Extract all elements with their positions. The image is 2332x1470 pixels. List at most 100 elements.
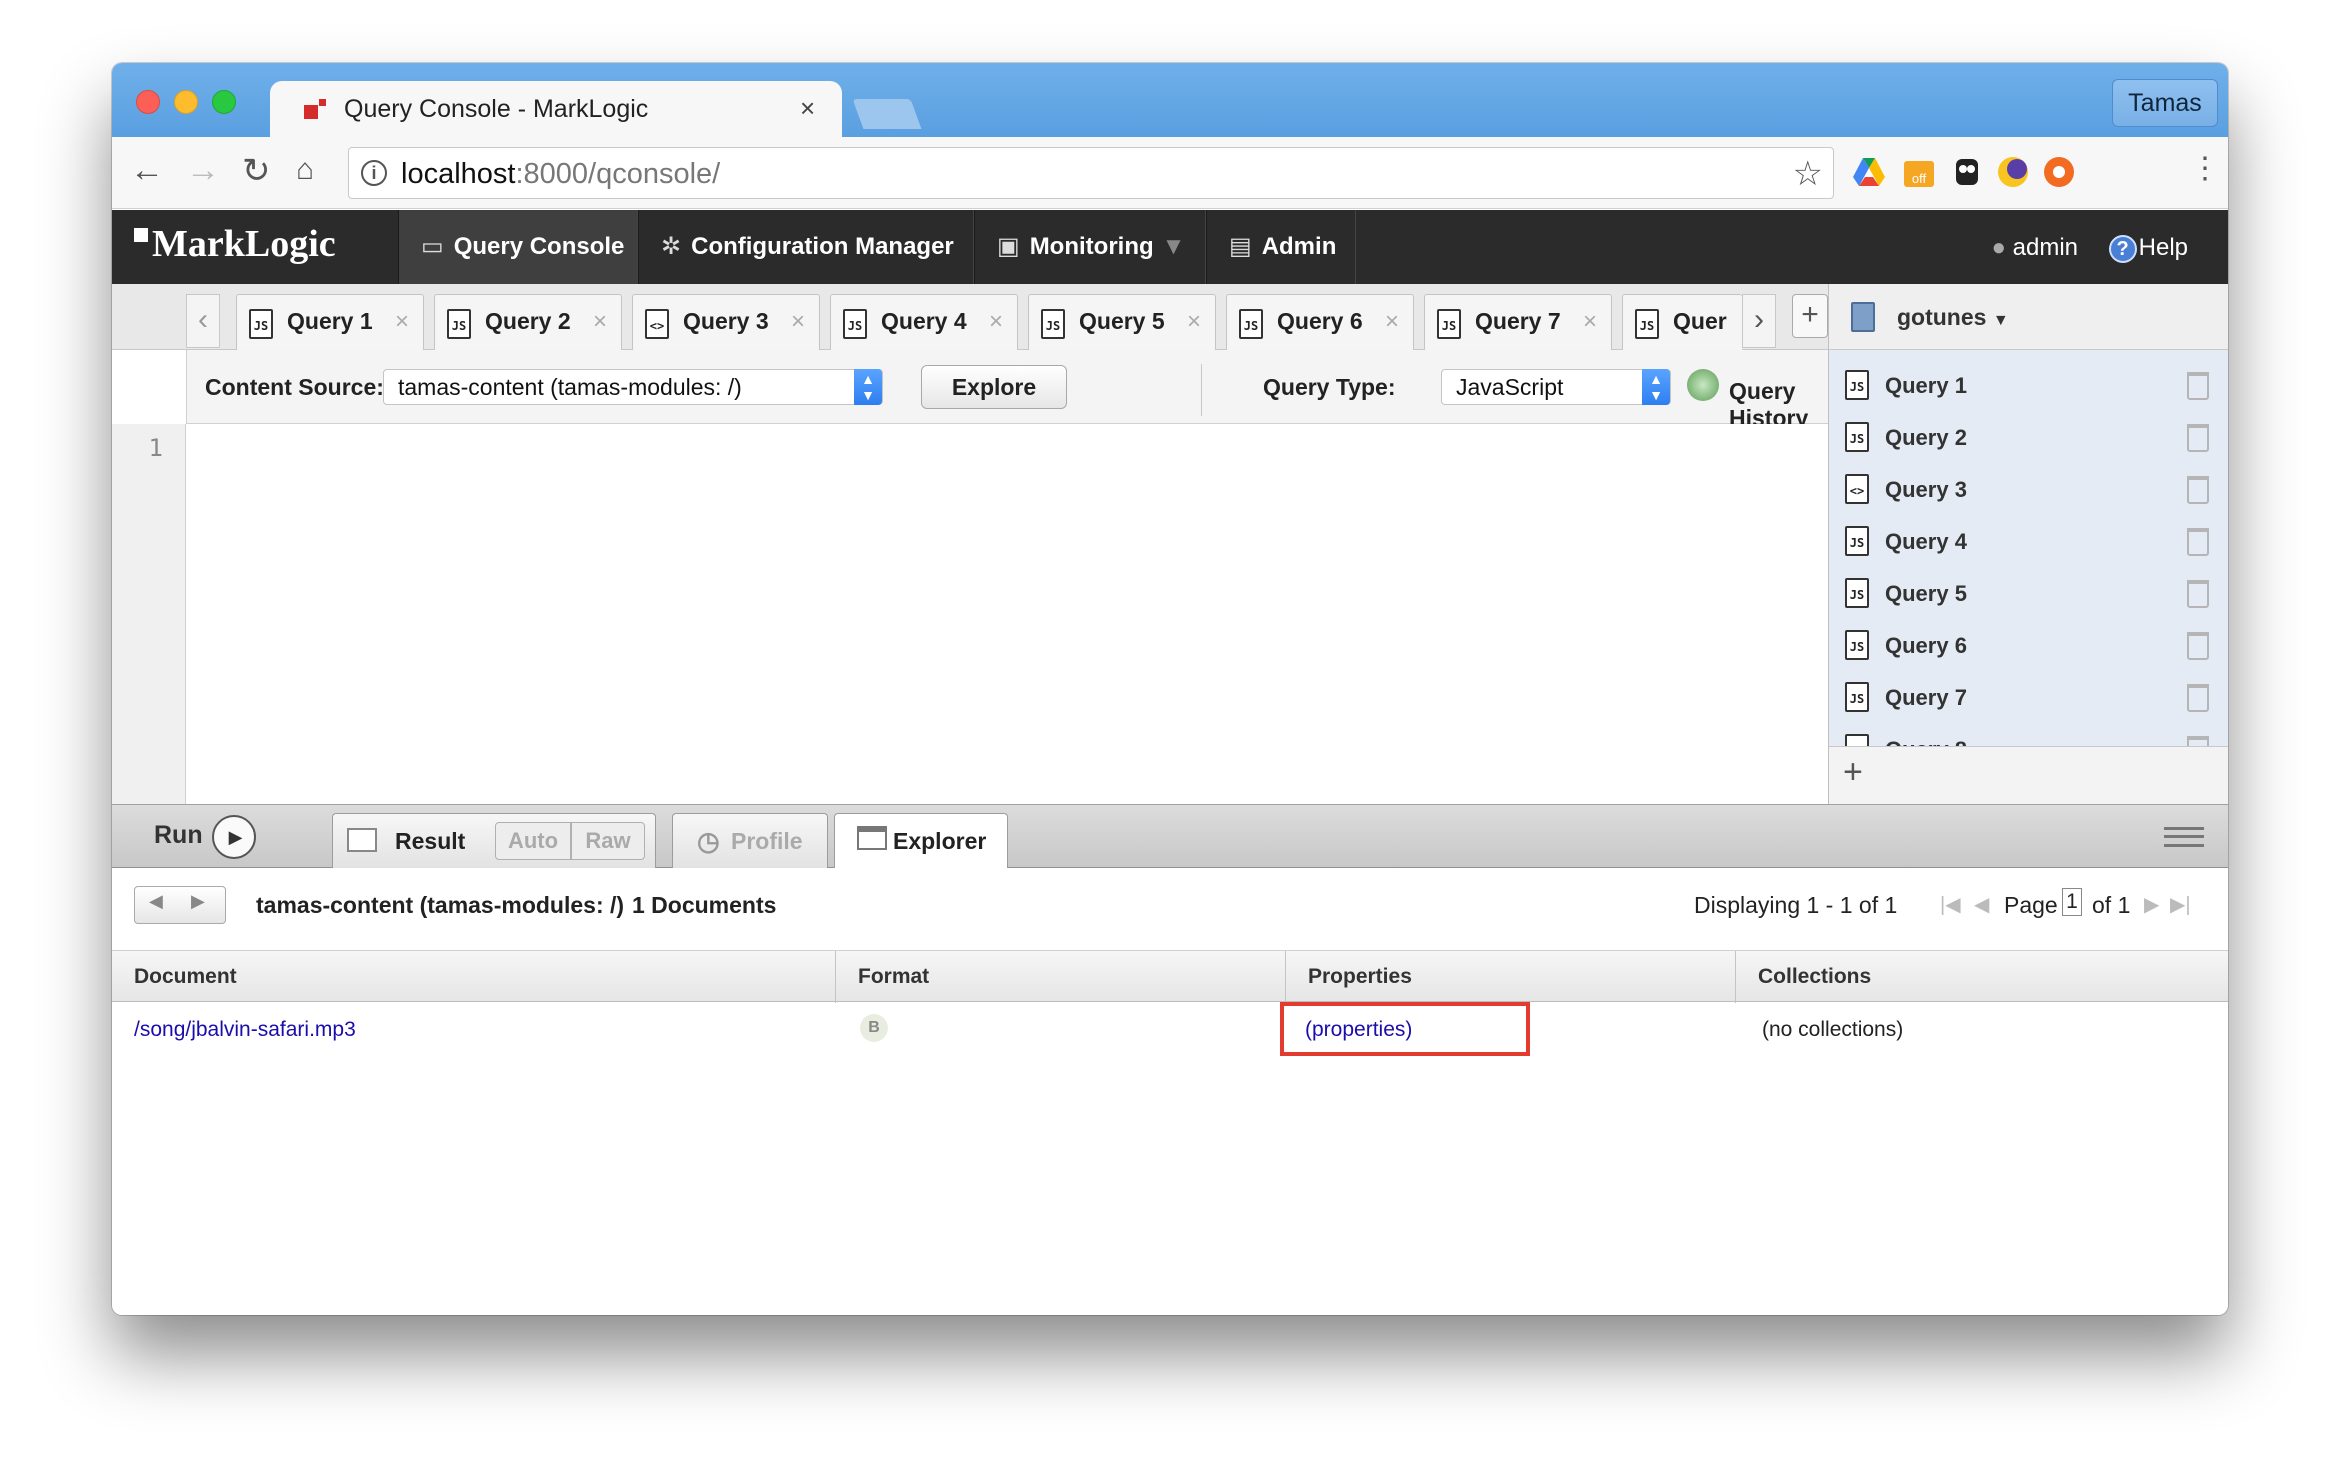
trash-icon[interactable] — [2187, 372, 2209, 400]
tabs-scroll-right-icon[interactable]: › — [1742, 294, 1776, 348]
nav-monitoring[interactable]: ▣ Monitoring ▼ — [974, 210, 1206, 284]
column-properties[interactable]: Properties — [1286, 951, 1736, 1003]
minimize-window-button[interactable] — [174, 90, 198, 114]
workspace-header[interactable]: gotunes ▼ — [1829, 284, 2228, 350]
gear-icon: ✲ — [661, 233, 682, 260]
workspace-query-item[interactable]: JS Query 5 — [1829, 568, 2228, 620]
profile-tab[interactable]: ◷ Profile — [672, 813, 828, 869]
off-extension-icon[interactable]: off — [1902, 155, 1936, 189]
query-tab-5[interactable]: JS Query 5 × — [1028, 294, 1216, 350]
bookmark-star-icon[interactable]: ☆ — [1793, 154, 1823, 194]
properties-link[interactable]: (properties) — [1305, 1018, 1412, 1042]
url-text: localhost:8000/qconsole/ — [401, 158, 721, 190]
next-page-icon[interactable]: ▶ — [2144, 892, 2159, 917]
query-tabs-bar: ‹ JS Query 1 × JS Query 2 × <> Query 3 × JS… — [112, 284, 1828, 350]
run-label[interactable]: Run — [154, 821, 203, 850]
js-file-icon: JS — [1845, 630, 1869, 660]
query-tab-2[interactable]: JS Query 2 × — [434, 294, 622, 350]
back-arrow-icon[interactable]: ← — [130, 151, 164, 190]
trash-icon[interactable] — [2187, 736, 2209, 746]
workspace-query-item[interactable]: JS Query 7 — [1829, 672, 2228, 724]
help-link[interactable]: ? Help — [2108, 234, 2188, 263]
prev-page-icon[interactable]: ◀ — [1974, 892, 1989, 917]
content-source-select[interactable]: tamas-content (tamas-modules: /) ▲ ▼ — [383, 369, 883, 405]
last-page-icon[interactable]: ▶| — [2170, 892, 2191, 917]
xquery-file-icon: <> — [1845, 474, 1869, 504]
code-editor[interactable] — [186, 424, 1828, 804]
run-play-icon[interactable]: ▶ — [212, 815, 256, 859]
first-page-icon[interactable]: |◀ — [1940, 892, 1961, 917]
results-menu-icon[interactable] — [2164, 827, 2204, 847]
query-tab-8[interactable]: JS Quer — [1622, 294, 1742, 350]
home-icon[interactable]: ⌂ — [296, 153, 314, 187]
close-tab-icon: × — [988, 308, 1003, 335]
auto-toggle[interactable]: Auto — [495, 822, 571, 860]
select-arrows-icon: ▲ ▼ — [854, 369, 882, 405]
query-tab-4[interactable]: JS Query 4 × — [830, 294, 1018, 350]
browser-window: Query Console - MarkLogic × Tamas ← → ↻ … — [112, 63, 2228, 1315]
explorer-doc-count: 1 Documents — [632, 892, 777, 918]
query-tab-7[interactable]: JS Query 7 × — [1424, 294, 1612, 350]
page-input[interactable]: 1 — [2062, 888, 2082, 916]
workspace-query-item[interactable]: JS Query 2 — [1829, 412, 2228, 464]
js-file-icon: JS — [249, 309, 273, 339]
result-tab[interactable]: Result Auto Raw — [332, 813, 656, 869]
trash-icon[interactable] — [2187, 580, 2209, 608]
query-tab-1[interactable]: JS Query 1 × — [236, 294, 424, 350]
nav-query-console[interactable]: ▭ Query Console — [398, 210, 638, 284]
workspace-query-item[interactable]: JS Query 1 — [1829, 360, 2228, 412]
trash-icon[interactable] — [2187, 528, 2209, 556]
forward-arrow-icon[interactable]: → — [186, 151, 220, 190]
query-type-select[interactable]: JavaScript ▲ ▼ — [1441, 369, 1671, 405]
query-tab-3[interactable]: <> Query 3 × — [632, 294, 820, 350]
workspace-query-item[interactable]: JS Query 4 — [1829, 516, 2228, 568]
lifebuoy-extension-icon[interactable] — [2042, 155, 2076, 189]
explorer-nav-buttons[interactable]: ◀ ▶ — [134, 886, 226, 924]
select-arrows-icon: ▲ ▼ — [1642, 369, 1670, 405]
workspace-query-item[interactable]: <> Query 3 — [1829, 464, 2228, 516]
moon-extension-icon[interactable] — [1996, 155, 2030, 189]
new-tab-button[interactable] — [852, 99, 922, 129]
column-format[interactable]: Format — [836, 951, 1286, 1003]
maximize-window-button[interactable] — [212, 90, 236, 114]
document-link[interactable]: /song/jbalvin-safari.mp3 — [134, 1018, 356, 1042]
js-file-icon: JS — [1845, 526, 1869, 556]
nav-back-icon: ◀ — [149, 891, 163, 911]
profile-button[interactable]: Tamas — [2112, 79, 2218, 127]
terminal-icon: ▭ — [421, 233, 444, 260]
nav-configuration-manager[interactable]: ✲ Configuration Manager — [638, 210, 974, 284]
browser-tab-close-icon[interactable]: × — [800, 93, 815, 124]
address-bar[interactable]: i localhost:8000/qconsole/ ☆ — [348, 147, 1834, 199]
explorer-tab[interactable]: Explorer — [834, 813, 1008, 871]
marklogic-favicon-icon — [304, 99, 328, 121]
monitor-icon: ▣ — [997, 233, 1020, 260]
user-menu[interactable]: ● admin — [1991, 234, 2078, 262]
trash-icon[interactable] — [2187, 684, 2209, 712]
explore-button[interactable]: Explore — [921, 365, 1067, 409]
add-query-tab-button[interactable]: + — [1792, 294, 1828, 338]
info-icon[interactable]: i — [361, 160, 387, 186]
nav-admin[interactable]: ▤ Admin — [1206, 210, 1356, 284]
add-query-button[interactable]: + — [1843, 753, 1863, 792]
trash-icon[interactable] — [2187, 632, 2209, 660]
workspace-name[interactable]: gotunes ▼ — [1897, 304, 2009, 331]
close-window-button[interactable] — [136, 90, 160, 114]
workspace-query-item[interactable]: JS Query 8 — [1829, 724, 2228, 746]
query-tab-6[interactable]: JS Query 6 × — [1226, 294, 1414, 350]
drive-extension-icon[interactable] — [1852, 155, 1886, 189]
column-collections[interactable]: Collections — [1736, 951, 2228, 1003]
column-document[interactable]: Document — [112, 951, 836, 1003]
raw-toggle[interactable]: Raw — [571, 822, 645, 860]
chrome-menu-icon[interactable]: ⋮ — [2190, 151, 2220, 186]
owl-extension-icon[interactable] — [1950, 155, 1984, 189]
binary-format-icon: B — [860, 1014, 888, 1042]
trash-icon[interactable] — [2187, 424, 2209, 452]
tabs-scroll-left-icon[interactable]: ‹ — [186, 294, 220, 348]
browser-tab-active[interactable]: Query Console - MarkLogic × — [270, 81, 842, 139]
trash-icon[interactable] — [2187, 476, 2209, 504]
query-type-label: Query Type: — [1263, 374, 1396, 400]
workspace-icon — [1851, 302, 1875, 332]
divider — [1201, 364, 1202, 416]
reload-icon[interactable]: ↻ — [242, 151, 271, 191]
workspace-query-item[interactable]: JS Query 6 — [1829, 620, 2228, 672]
